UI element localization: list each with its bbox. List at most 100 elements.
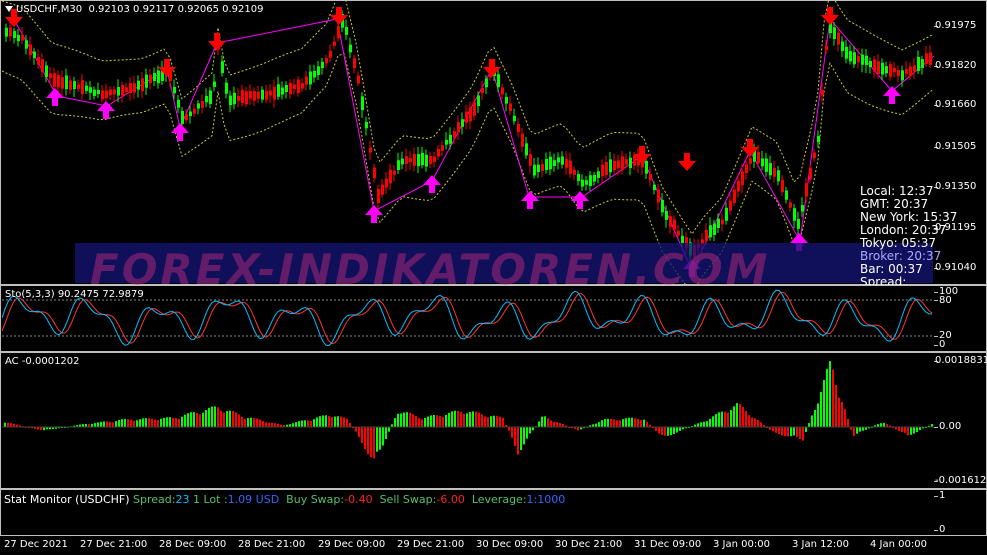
leverage-value: 1:1000 (526, 493, 566, 506)
sell-arrow-icon (330, 7, 348, 25)
ac-bar (316, 417, 318, 427)
ac-bar (880, 423, 882, 427)
candle-body (361, 96, 364, 111)
ac-plot[interactable] (2, 353, 934, 488)
candle-body (89, 87, 92, 93)
ac-bar (115, 421, 117, 427)
candle-body (417, 154, 420, 167)
candle-body (213, 81, 216, 87)
stochastic-pane[interactable]: Sto(5,3,3) 90.2475 72.9879 100 80 20 0 (0, 285, 987, 352)
ac-bar (274, 423, 276, 427)
ac-bar (424, 418, 426, 427)
candle-body (485, 78, 488, 88)
ac-bar (295, 422, 297, 427)
candle-body (241, 89, 244, 104)
ac-bar (139, 419, 141, 427)
candle-body (325, 58, 328, 64)
stat-monitor-line: Stat Monitor (USDCHF) Spread:23 1 Lot :1… (4, 493, 565, 506)
candle-body (429, 156, 432, 164)
ac-bar (916, 427, 918, 432)
ac-bar (514, 427, 516, 446)
candle-body (721, 219, 724, 225)
candle-body (61, 77, 64, 89)
ac-bar (598, 422, 600, 427)
candle-body (281, 87, 284, 95)
ac-bar (712, 416, 714, 427)
time-label-4: 28 Dec 21:00 (238, 539, 306, 550)
ac-bar (223, 412, 225, 427)
ac-bar (202, 412, 204, 427)
candle-body (201, 101, 204, 108)
candle-body (205, 96, 208, 103)
ac-bar (736, 403, 738, 427)
ac-bar (367, 427, 369, 455)
ac-bar (844, 409, 846, 427)
candle-body (673, 219, 676, 230)
candle-body (397, 160, 400, 171)
ac-bar (370, 427, 372, 458)
candle-body (457, 122, 460, 133)
ac-bar (826, 369, 828, 427)
ac-bar (664, 427, 666, 436)
candle-body (793, 208, 796, 221)
buy-arrow-icon (521, 191, 539, 209)
candle-body (405, 156, 408, 165)
ac-bar (832, 369, 834, 427)
ac-bar (205, 410, 207, 427)
ac-bar (604, 419, 606, 427)
ac-bar (910, 427, 912, 435)
ac-bar (187, 413, 189, 427)
candle-body (333, 41, 336, 46)
candle-body (137, 80, 140, 90)
leverage-label: Leverage: (471, 493, 527, 506)
ac-bar (784, 427, 786, 437)
candle-body (865, 55, 868, 66)
time-label-10: 3 Jan 00:00 (713, 539, 770, 550)
symbol-dropdown-icon[interactable] (5, 6, 13, 12)
ac-bar (397, 413, 399, 427)
ac-bar (631, 417, 633, 427)
ac-bar (658, 427, 660, 434)
candle-body (893, 67, 896, 73)
ac-bar (184, 414, 186, 427)
ac-bar (463, 413, 465, 427)
candle-body (777, 170, 780, 182)
accelerator-pane[interactable]: AC -0.0001202 0.0018831 0.00 -0.0016122 (0, 352, 987, 489)
ac-bar (433, 415, 435, 427)
candle-body (801, 205, 804, 212)
ac-bar (601, 420, 603, 427)
ac-bar (646, 421, 648, 427)
candle-body (101, 90, 104, 100)
symbol-label: USDCHF,M30 (16, 4, 83, 15)
ac-bar (112, 422, 114, 427)
candle-body (41, 59, 44, 73)
ac-bar (337, 416, 339, 427)
ac-bar (439, 416, 441, 427)
ac-bar (709, 418, 711, 427)
price-plot[interactable] (2, 1, 934, 284)
ac-bar (655, 427, 657, 432)
candle-body (661, 199, 664, 213)
ac-bar (376, 427, 378, 452)
ac-bar (634, 418, 636, 427)
candle-body (377, 188, 380, 203)
ac-bar (595, 423, 597, 427)
candle-body (9, 27, 12, 37)
time-label-7: 30 Dec 09:00 (476, 539, 544, 550)
candle-body (221, 61, 224, 74)
ac-bar (385, 427, 387, 440)
candle-body (553, 160, 556, 167)
candle-body (133, 83, 136, 93)
candle-body (449, 134, 452, 144)
candle-body (321, 61, 324, 69)
candle-body (565, 158, 568, 168)
candle-body (353, 58, 356, 69)
ac-bar (436, 415, 438, 427)
ac-bar (622, 419, 624, 427)
ac-bar (748, 415, 750, 427)
spread-label: Spread: (133, 493, 176, 506)
ac-bar (181, 416, 183, 427)
candle-body (805, 183, 808, 197)
candle-body (789, 202, 792, 208)
stoch-level-80: 80 (939, 295, 952, 306)
